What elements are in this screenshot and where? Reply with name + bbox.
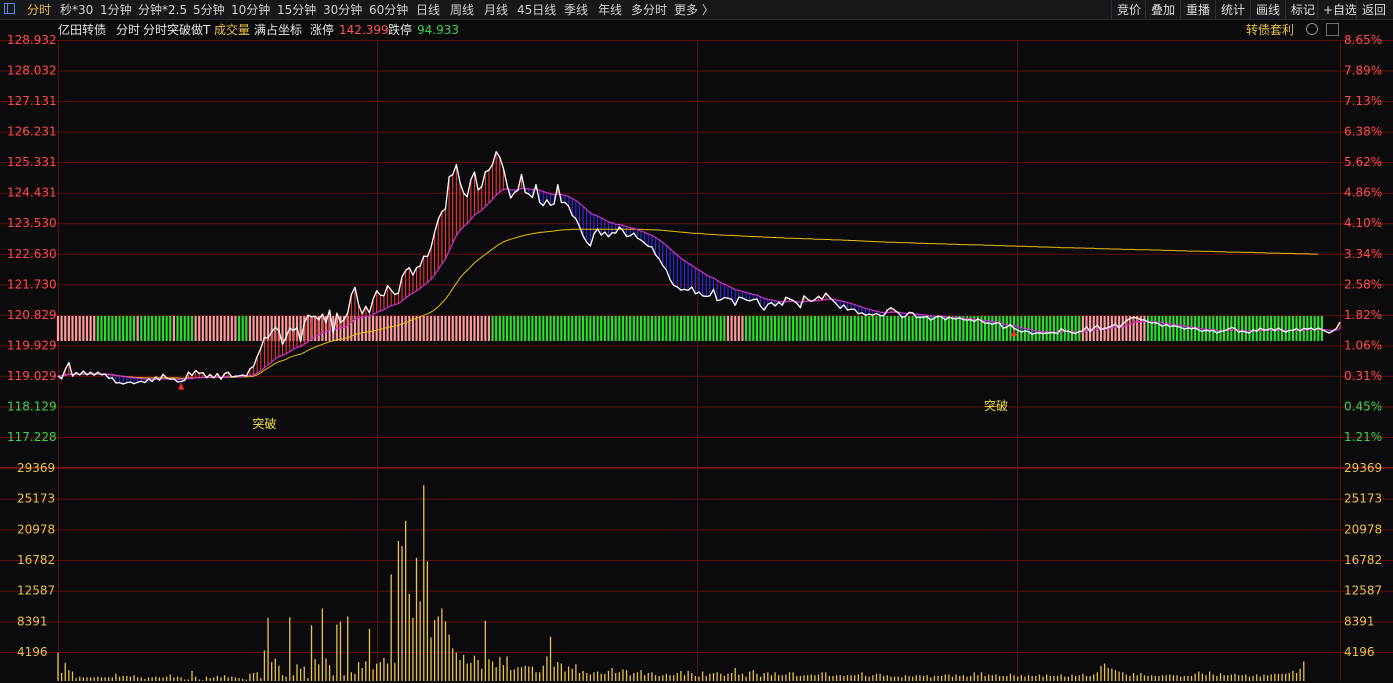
chart-info-bar: 亿田转债 分时 分时突破做T 成交量 满占坐标 涨停 142.399 跌停 94… bbox=[0, 20, 1393, 39]
limit-up-label: 涨停 bbox=[310, 23, 335, 37]
period-tab-16[interactable]: 更多 〉 bbox=[674, 2, 714, 18]
toolbar-separator bbox=[1111, 0, 1112, 19]
security-name[interactable]: 亿田转债 bbox=[58, 22, 106, 38]
indicator-name[interactable]: 分时突破做T bbox=[143, 22, 210, 38]
price-axis-label: 119.029 bbox=[7, 369, 57, 383]
volume-indicator-label[interactable]: 成交量 bbox=[214, 22, 250, 38]
volume-axis-label: 16782 bbox=[17, 553, 55, 567]
pct-axis-label: 4.86% bbox=[1344, 186, 1382, 200]
pct-axis-label: 6.38% bbox=[1344, 125, 1382, 139]
toolbar-button-1[interactable]: 叠加 bbox=[1151, 2, 1175, 18]
pct-axis-label: 3.34% bbox=[1344, 247, 1382, 261]
toolbar-separator bbox=[1145, 0, 1146, 19]
toolbar-button-4[interactable]: 画线 bbox=[1256, 2, 1280, 18]
price-axis-label: 118.129 bbox=[7, 399, 57, 413]
period-tab-15[interactable]: 多分时 bbox=[631, 2, 667, 18]
volume-axis-label-right: 20978 bbox=[1344, 522, 1382, 536]
volume-axis-label: 4196 bbox=[17, 645, 48, 659]
price-axis-label: 127.131 bbox=[7, 94, 57, 108]
chart-mode-label: 分时 bbox=[116, 23, 141, 37]
price-axis-label: 125.331 bbox=[7, 155, 57, 169]
volume-axis-label-right: 16782 bbox=[1344, 553, 1382, 567]
arbitrage-label[interactable]: 转债套利 bbox=[1246, 22, 1294, 38]
toolbar-separator bbox=[1356, 0, 1357, 19]
price-line bbox=[57, 151, 1341, 385]
pct-axis-label: 4.10% bbox=[1344, 216, 1382, 230]
period-toolbar: 分时 秒*30 1分钟 分钟*2.5 5分钟 10分钟 15分钟 30分钟 60分钟 日线 周线 月线… bbox=[0, 0, 1393, 20]
volume-axis-label: 20978 bbox=[17, 522, 55, 536]
volume-axis-label-right: 29369 bbox=[1344, 461, 1382, 475]
intraday-chart[interactable]: 128.932 8.65%128.032 7.89%127.131 7.13%126.… bbox=[0, 0, 1393, 683]
period-tab-10[interactable]: 周线 bbox=[450, 2, 474, 18]
toolbar-button-7[interactable]: 返回 bbox=[1362, 2, 1386, 18]
breakout-annotation: 突破 bbox=[984, 398, 1008, 413]
period-tab-9[interactable]: 日线 bbox=[416, 2, 440, 18]
breakout-annotation: 突破 bbox=[252, 416, 276, 431]
toolbar-button-6[interactable]: +自选 bbox=[1323, 2, 1357, 18]
pct-axis-label: 0.45% bbox=[1344, 399, 1382, 413]
price-axis-label: 119.929 bbox=[7, 338, 57, 352]
period-tab-0[interactable]: 分时 bbox=[27, 2, 51, 18]
pct-axis-label: 1.21% bbox=[1344, 430, 1382, 444]
limit-down-value: 94.933 bbox=[417, 23, 459, 37]
period-tab-1[interactable]: 秒*30 bbox=[60, 2, 93, 18]
panel-toggle-icon[interactable] bbox=[1326, 23, 1339, 36]
average-price-line bbox=[58, 228, 1319, 379]
price-axis-label: 120.829 bbox=[7, 308, 57, 322]
pct-axis-label: 1.06% bbox=[1344, 338, 1382, 352]
pct-axis-label: 2.58% bbox=[1344, 277, 1382, 291]
price-axis-label: 123.530 bbox=[7, 216, 57, 230]
period-tab-14[interactable]: 年线 bbox=[598, 2, 622, 18]
toolbar-separator bbox=[1180, 0, 1181, 19]
pct-axis-label: 0.31% bbox=[1344, 369, 1382, 383]
toolbar-button-3[interactable]: 统计 bbox=[1221, 2, 1245, 18]
period-tab-6[interactable]: 15分钟 bbox=[277, 2, 316, 18]
breakout-arrow-icon bbox=[1011, 329, 1018, 337]
toolbar-button-2[interactable]: 重播 bbox=[1186, 2, 1210, 18]
toolbar-separator bbox=[1250, 0, 1251, 19]
period-tab-5[interactable]: 10分钟 bbox=[231, 2, 270, 18]
settings-circle-icon[interactable] bbox=[1306, 23, 1318, 35]
toolbar-button-5[interactable]: 标记 bbox=[1291, 2, 1315, 18]
volume-axis-label: 29369 bbox=[17, 461, 55, 475]
volume-axis-label-right: 8391 bbox=[1344, 614, 1375, 628]
period-tab-8[interactable]: 60分钟 bbox=[369, 2, 408, 18]
toolbar-separator bbox=[1215, 0, 1216, 19]
pct-axis-label: 7.89% bbox=[1344, 64, 1382, 78]
layout-icon[interactable] bbox=[4, 3, 15, 14]
period-tab-2[interactable]: 1分钟 bbox=[100, 2, 132, 18]
period-tab-13[interactable]: 季线 bbox=[564, 2, 588, 18]
pct-axis-label: 1.82% bbox=[1344, 308, 1382, 322]
volume-axis-label-right: 4196 bbox=[1344, 645, 1375, 659]
toolbar-separator bbox=[1317, 0, 1318, 19]
toolbar-button-0[interactable]: 竞价 bbox=[1117, 2, 1141, 18]
toolbar-separator bbox=[1285, 0, 1286, 19]
period-tab-4[interactable]: 5分钟 bbox=[193, 2, 225, 18]
price-axis-label: 128.032 bbox=[7, 64, 57, 78]
limit-down-label: 跌停 bbox=[388, 23, 413, 37]
coordinate-mode-label[interactable]: 满占坐标 bbox=[254, 22, 302, 38]
price-axis-label: 122.630 bbox=[7, 247, 57, 261]
period-tab-12[interactable]: 45日线 bbox=[517, 2, 556, 18]
pct-axis-label: 5.62% bbox=[1344, 155, 1382, 169]
volume-axis-label-right: 25173 bbox=[1344, 492, 1382, 506]
volume-axis-label-right: 12587 bbox=[1344, 584, 1382, 598]
volume-axis-label: 8391 bbox=[17, 614, 48, 628]
limit-up-value: 142.399 bbox=[339, 23, 389, 37]
breakout-arrow-icon bbox=[178, 382, 185, 390]
period-tab-3[interactable]: 分钟*2.5 bbox=[138, 2, 187, 18]
price-axis-label: 124.431 bbox=[7, 186, 57, 200]
period-tab-7[interactable]: 30分钟 bbox=[323, 2, 362, 18]
price-axis-label: 121.730 bbox=[7, 277, 57, 291]
volume-axis-label: 12587 bbox=[17, 584, 55, 598]
price-axis-label: 117.228 bbox=[7, 430, 57, 444]
period-tab-11[interactable]: 月线 bbox=[484, 2, 508, 18]
price-axis-label: 126.231 bbox=[7, 125, 57, 139]
volume-axis-label: 25173 bbox=[17, 492, 55, 506]
pct-axis-label: 7.13% bbox=[1344, 94, 1382, 108]
